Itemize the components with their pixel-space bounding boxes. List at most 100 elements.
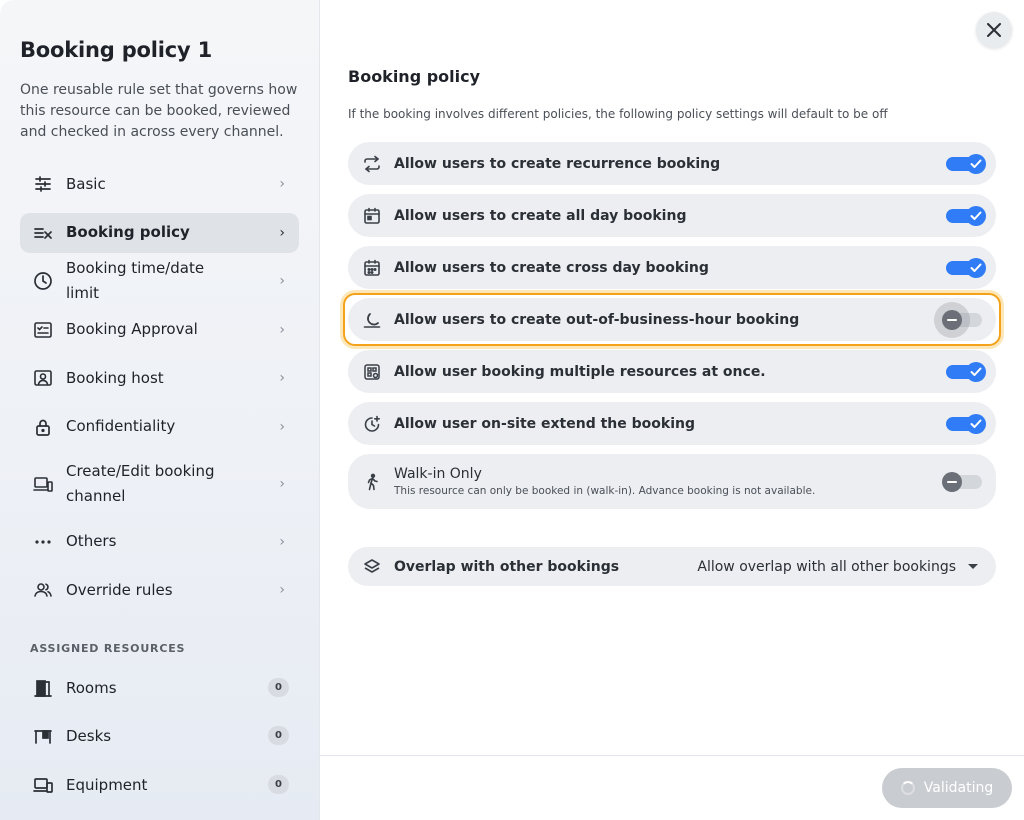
policy-row-onsite-extend: Allow user on-site extend the booking — [348, 402, 996, 445]
multiple-resources-toggle[interactable] — [946, 361, 986, 382]
check-icon — [966, 361, 986, 382]
chevron-right-icon: › — [279, 533, 285, 550]
overlap-select[interactable]: Allow overlap with all other bookings — [697, 547, 978, 586]
sidebar-item-confidentiality[interactable]: Confidentiality › — [20, 407, 299, 447]
overlap-row: Overlap with other bookings Allow overla… — [348, 547, 996, 586]
cross-day-toggle[interactable] — [946, 257, 986, 278]
sidebar-description: One reusable rule set that governs how t… — [20, 82, 298, 140]
approval-checklist-icon — [32, 319, 54, 341]
resource-rooms[interactable]: Rooms 0 — [20, 668, 299, 708]
sidebar-item-others[interactable]: Others › — [20, 522, 299, 562]
sidebar-item-label: Create/Edit booking channel — [66, 462, 215, 505]
policy-label: Allow user booking multiple resources at… — [394, 363, 766, 380]
minus-icon — [942, 309, 962, 330]
sidebar-nav: Basic › Booking policy › Booking time/da… — [20, 164, 299, 619]
chevron-right-icon: › — [279, 476, 285, 492]
policy-row-multiple-resources: Allow user booking multiple resources at… — [348, 350, 996, 393]
users-icon — [32, 579, 54, 601]
walk-in-text: Walk-in Only This resource can only be b… — [394, 466, 815, 497]
repeat-icon — [362, 154, 382, 174]
chevron-right-icon: › — [279, 273, 285, 289]
out-of-business-hour-toggle[interactable] — [942, 309, 982, 330]
chevron-right-icon: › — [279, 176, 285, 192]
policy-label: Allow users to create recurrence booking — [394, 155, 721, 172]
overlap-label: Overlap with other bookings — [394, 558, 620, 575]
clock-extend-icon — [362, 414, 382, 434]
equipment-devices-icon — [32, 774, 54, 796]
layers-icon — [362, 557, 382, 577]
policy-row-out-of-business-hour: Allow users to create out-of-business-ho… — [348, 298, 996, 341]
sidebar-item-label: Booking Approval — [66, 320, 198, 338]
policy-row-cross-day: Allow users to create cross day booking — [348, 246, 996, 289]
walk-in-toggle[interactable] — [942, 471, 982, 492]
sidebar-item-booking-host[interactable]: Booking host › — [20, 358, 299, 398]
assigned-resources-heading: ASSIGNED RESOURCES — [30, 642, 186, 655]
overlap-selected-value: Allow overlap with all other bookings — [697, 558, 956, 575]
check-icon — [966, 413, 986, 434]
policy-row-recurrence: Allow users to create recurrence booking — [348, 142, 996, 185]
calendar-day-icon — [362, 206, 382, 226]
sidebar-item-basic[interactable]: Basic › — [20, 164, 299, 204]
clock-icon — [32, 270, 54, 292]
door-icon — [32, 677, 54, 699]
chevron-right-icon: › — [279, 224, 285, 241]
sidebar-item-booking-channel[interactable]: Create/Edit booking channel › — [20, 455, 299, 513]
sidebar-item-override-rules[interactable]: Override rules › — [20, 570, 299, 610]
sliders-icon — [32, 173, 54, 195]
sidebar-item-label: Basic — [66, 174, 106, 193]
lock-icon — [32, 416, 54, 438]
page-subtitle: If the booking involves different polici… — [348, 107, 888, 121]
chevron-right-icon: › — [279, 321, 285, 338]
policy-label: Allow users to create all day booking — [394, 207, 687, 224]
policy-label: Allow users to create out-of-business-ho… — [394, 311, 800, 328]
sidebar-item-label: Booking time/date limit — [66, 259, 205, 302]
chevron-right-icon: › — [279, 582, 285, 598]
sidebar: Booking policy 1 One reusable rule set t… — [0, 0, 320, 820]
moon-icon — [362, 310, 382, 330]
policy-description: This resource can only be booked in (wal… — [394, 485, 816, 497]
chevron-right-icon: › — [279, 370, 285, 386]
policy-label: Walk-in Only — [394, 466, 482, 482]
all-day-toggle[interactable] — [946, 205, 986, 226]
validating-button[interactable]: Validating — [882, 768, 1012, 808]
page-title: Booking policy — [348, 67, 481, 86]
desk-icon — [32, 725, 54, 747]
devices-icon — [32, 473, 54, 495]
check-icon — [966, 257, 986, 278]
validating-label: Validating — [923, 780, 994, 796]
sidebar-item-label: Override rules — [66, 580, 173, 599]
recurrence-toggle[interactable] — [946, 153, 986, 174]
resource-count-badge: 0 — [268, 726, 289, 745]
more-dots-icon — [32, 531, 54, 553]
sidebar-item-label: Others — [66, 532, 117, 550]
policy-label: Allow users to create cross day booking — [394, 259, 709, 276]
calendar-icon — [362, 258, 382, 278]
sidebar-item-label: Booking host — [66, 368, 164, 387]
sidebar-item-booking-time-limit[interactable]: Booking time/date limit › — [20, 259, 299, 302]
check-icon — [966, 205, 986, 226]
sidebar-item-booking-policy[interactable]: Booking policy › — [20, 212, 299, 253]
resource-equipment[interactable]: Equipment 0 — [20, 765, 299, 805]
resource-count-badge: 0 — [268, 678, 289, 697]
walking-person-icon — [362, 472, 382, 492]
minus-icon — [942, 471, 962, 492]
resource-desks[interactable]: Desks 0 — [20, 716, 299, 756]
sidebar-item-label: Booking policy — [66, 223, 190, 241]
multi-resource-icon — [362, 362, 382, 382]
sidebar-title: Booking policy 1 — [20, 38, 213, 62]
caret-down-icon — [968, 564, 978, 569]
chevron-right-icon: › — [279, 418, 285, 435]
policy-list-check-icon — [32, 222, 54, 244]
close-icon — [987, 23, 1001, 37]
resource-label: Rooms — [66, 679, 117, 697]
resource-count-badge: 0 — [268, 775, 289, 794]
sidebar-item-label: Confidentiality — [66, 417, 176, 435]
booking-policy-dialog: Booking policy 1 One reusable rule set t… — [0, 0, 1024, 820]
policy-row-all-day: Allow users to create all day booking — [348, 194, 996, 237]
host-badge-icon — [32, 367, 54, 389]
sidebar-item-booking-approval[interactable]: Booking Approval › — [20, 310, 299, 350]
close-button[interactable] — [976, 12, 1012, 48]
onsite-extend-toggle[interactable] — [946, 413, 986, 434]
policy-row-walk-in: Walk-in Only This resource can only be b… — [348, 454, 996, 509]
resource-label: Equipment — [66, 776, 148, 794]
